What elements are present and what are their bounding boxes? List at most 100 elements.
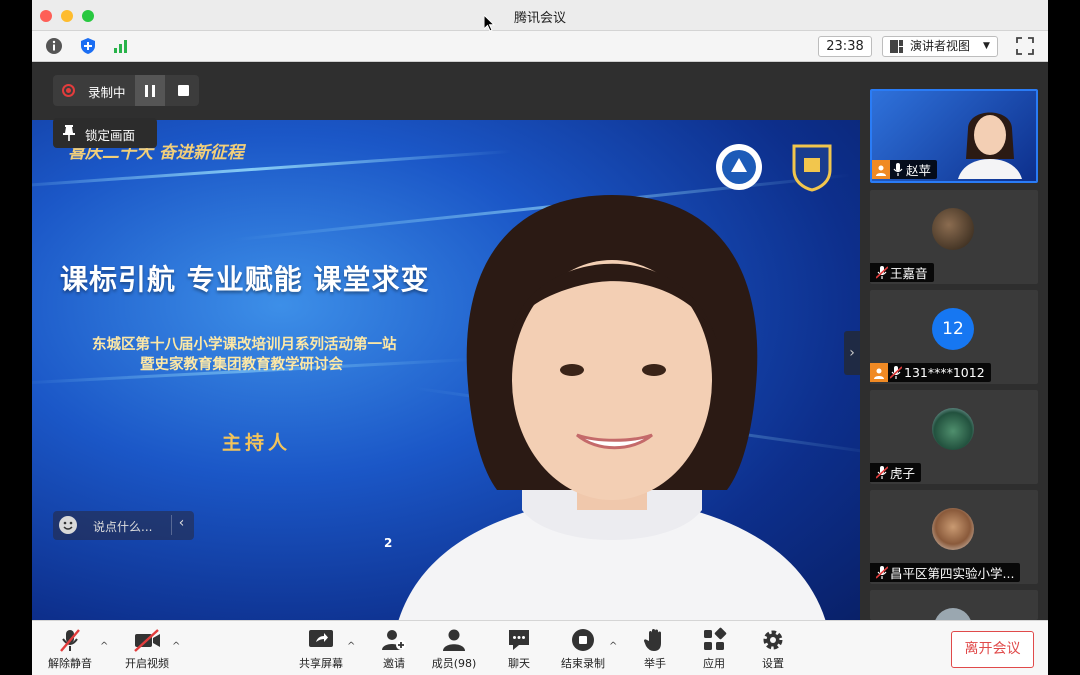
chevron-left-icon[interactable]: ‹ <box>171 515 191 535</box>
chat-label: 聊天 <box>508 657 530 670</box>
start-video-label: 开启视频 <box>125 657 169 670</box>
mouse-cursor-icon <box>484 15 495 32</box>
participant-name-tag: 赵苹 <box>872 160 938 179</box>
share-options-caret-icon[interactable]: ^ <box>347 641 357 652</box>
unmute-button[interactable]: 解除静音 <box>38 627 102 673</box>
video-off-icon <box>134 629 160 652</box>
chat-button[interactable]: 聊天 <box>487 627 551 673</box>
members-icon <box>443 629 465 651</box>
chat-placeholder[interactable]: 说点什么... <box>93 518 152 535</box>
leave-meeting-button[interactable]: 离开会议 <box>951 631 1034 668</box>
chevron-right-icon: › <box>849 345 855 361</box>
mic-muted-icon <box>874 463 890 482</box>
start-video-button[interactable]: 开启视频 <box>115 627 179 673</box>
emoji-icon[interactable] <box>59 516 77 534</box>
lock-screen-tooltip[interactable]: 锁定画面 <box>53 118 157 148</box>
participant-tile[interactable]: 12 131****1012 <box>870 290 1038 384</box>
settings-button[interactable]: 设置 <box>741 627 805 673</box>
chat-input-overlay[interactable]: 说点什么... ‹ <box>53 511 194 540</box>
video-options-caret-icon[interactable]: ^ <box>172 641 182 652</box>
view-mode-label: 演讲者视图 <box>910 39 971 53</box>
participant-thumbnail <box>958 112 1022 179</box>
title-bar: 腾讯会议 <box>32 0 1048 31</box>
invite-user-icon <box>382 630 406 650</box>
members-label: 成员(98) <box>431 657 477 670</box>
mic-muted-icon <box>874 563 890 582</box>
participant-tile[interactable]: 王嘉音 <box>870 190 1038 284</box>
participant-tile[interactable]: 昌平区第四实验小学... <box>870 490 1038 584</box>
recording-controls: 录制中 <box>53 75 199 106</box>
lock-screen-label: 锁定画面 <box>85 128 136 143</box>
apps-button[interactable]: 应用 <box>682 627 746 673</box>
gear-icon <box>763 630 783 650</box>
participant-tile[interactable] <box>870 590 1038 620</box>
recording-label: 录制中 <box>88 85 126 100</box>
mic-muted-icon <box>874 263 890 282</box>
expand-panel-button[interactable]: › <box>844 331 860 375</box>
participant-name: 131****1012 <box>904 365 985 380</box>
slide-host-label: 主持人 <box>222 432 292 454</box>
end-recording-button[interactable]: 结束录制 <box>551 627 615 673</box>
apps-label: 应用 <box>703 657 725 670</box>
participant-avatar: 12 <box>932 308 974 350</box>
audio-options-caret-icon[interactable]: ^ <box>100 641 110 652</box>
chevron-down-icon: ▼ <box>983 41 990 51</box>
signal-strength-icon[interactable] <box>112 37 130 55</box>
recording-indicator-icon <box>62 84 75 97</box>
invite-button[interactable]: 邀请 <box>362 627 426 673</box>
raise-hand-label: 举手 <box>644 657 666 670</box>
pause-recording-button[interactable] <box>135 75 165 106</box>
window-title: 腾讯会议 <box>513 11 566 26</box>
members-button[interactable]: 成员(98) <box>422 627 486 673</box>
pause-icon <box>152 84 155 97</box>
participant-panel: 赵苹 王嘉音 12 131****1012 虎子 昌平区第四实验小学... <box>860 63 1048 620</box>
participant-avatar <box>932 208 974 250</box>
participant-tile[interactable]: 虎子 <box>870 390 1038 484</box>
participant-avatar <box>932 508 974 550</box>
school-emblem-logo <box>716 144 762 190</box>
pin-icon <box>63 125 75 141</box>
apps-grid-icon <box>704 627 727 650</box>
end-recording-label: 结束录制 <box>561 657 605 670</box>
participant-name-tag: 131****1012 <box>870 363 991 382</box>
participant-name: 王嘉音 <box>890 266 928 281</box>
info-icon[interactable] <box>45 37 63 55</box>
unmute-label: 解除静音 <box>48 657 92 670</box>
stop-recording-button[interactable] <box>167 75 199 106</box>
participant-name-tag: 昌平区第四实验小学... <box>870 563 1021 582</box>
share-screen-label: 共享屏幕 <box>299 657 343 670</box>
presenter-figure <box>392 195 832 650</box>
slide-subtitle-2: 暨史家教育集团教育教学研讨会 <box>140 357 343 373</box>
security-shield-icon[interactable] <box>79 37 97 55</box>
host-badge-icon <box>870 363 888 382</box>
participant-avatar <box>934 608 972 620</box>
settings-label: 设置 <box>762 657 784 670</box>
participant-name-tag: 虎子 <box>870 463 922 482</box>
stop-icon <box>177 85 189 96</box>
school-shield-logo <box>792 144 832 192</box>
share-screen-button[interactable]: 共享屏幕 <box>289 627 353 673</box>
fullscreen-icon[interactable] <box>1016 37 1034 55</box>
recording-options-caret-icon[interactable]: ^ <box>609 641 619 652</box>
mic-muted-icon <box>60 629 80 652</box>
participant-name: 虎子 <box>890 466 916 481</box>
raise-hand-button[interactable]: 举手 <box>623 627 687 673</box>
speaker-video: 喜庆二十大 奋进新征程 课标引航 专业赋能 课堂求变 东城区第十八届小学课改培训… <box>32 120 860 650</box>
layout-grid-icon <box>890 40 903 53</box>
participant-name: 赵苹 <box>906 163 932 178</box>
slide-title: 课标引航 专业赋能 课堂求变 <box>60 263 430 296</box>
share-screen-icon <box>309 630 333 647</box>
mic-muted-icon <box>888 363 904 382</box>
participant-name: 昌平区第四实验小学... <box>890 566 1015 581</box>
participant-avatar <box>932 408 974 450</box>
view-mode-dropdown[interactable]: 演讲者视图 ▼ <box>882 36 998 57</box>
meeting-window: 腾讯会议 23:38 演讲者视图 ▼ 喜庆二十大 奋进新征程 课标引航 专业赋能… <box>32 0 1048 675</box>
info-bar: 23:38 演讲者视图 ▼ <box>32 31 1048 62</box>
stop-record-icon <box>572 629 594 651</box>
raise-hand-icon <box>644 629 661 651</box>
bottom-toolbar: 解除静音 ^ 开启视频 ^ 共享屏幕 ^ 邀请 成员(98) 聊天 结束录制 ^… <box>32 620 1048 675</box>
meeting-clock: 23:38 <box>818 36 872 57</box>
participant-tile[interactable]: 赵苹 <box>870 89 1038 183</box>
main-stage: 喜庆二十大 奋进新征程 课标引航 专业赋能 课堂求变 东城区第十八届小学课改培训… <box>32 63 860 650</box>
invite-label: 邀请 <box>383 657 405 670</box>
